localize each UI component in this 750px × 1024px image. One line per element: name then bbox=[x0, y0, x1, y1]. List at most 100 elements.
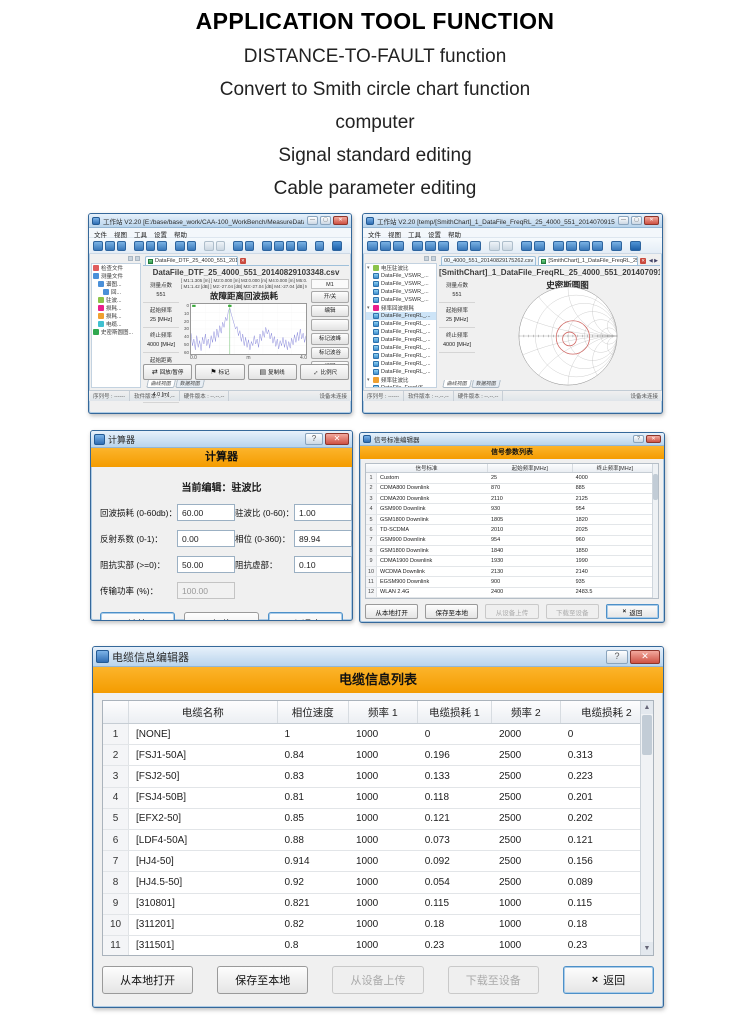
document-tab-inactive[interactable]: 00_4000_551_20140829175262.csv bbox=[441, 256, 536, 265]
tree-item[interactable]: DataFile_FreqRL_... bbox=[366, 360, 436, 368]
table-row[interactable]: 7[HJ4-50]0.91410000.09225000.156 bbox=[103, 851, 653, 872]
tree-item[interactable]: 谱图... bbox=[92, 280, 140, 288]
column-header[interactable]: 电缆损耗 1 bbox=[418, 701, 492, 723]
tree-item[interactable]: DataFile_VSWR_... bbox=[366, 272, 436, 280]
menu-item[interactable]: 工具 bbox=[134, 229, 147, 236]
help-button[interactable]: ? bbox=[633, 435, 644, 443]
side-button[interactable]: 开/关 bbox=[311, 291, 349, 303]
calc-input[interactable] bbox=[177, 556, 235, 573]
action-button-save-local[interactable]: 保存至本地 bbox=[425, 604, 478, 619]
tree-item[interactable]: 测量文件 bbox=[92, 272, 140, 280]
toolbar-icon[interactable] bbox=[521, 241, 532, 251]
document-tab-active[interactable]: [SmithChart]_1_DataFile_FreqRL_25_4000_5… bbox=[538, 256, 638, 265]
smith-plot[interactable] bbox=[516, 284, 620, 388]
tree-group[interactable]: ▾频率驻波比 bbox=[366, 376, 436, 384]
menu-item[interactable]: 帮助 bbox=[448, 229, 461, 236]
toolbar-icon[interactable] bbox=[380, 241, 391, 251]
toolbar-icon[interactable] bbox=[297, 241, 307, 251]
chart-tool-button[interactable]: ▤复制线 bbox=[248, 364, 297, 380]
close-button[interactable]: ✕ bbox=[646, 435, 661, 443]
table-row[interactable]: 5GSM1800 Downlink18051820 bbox=[366, 515, 658, 525]
toolbar-icon[interactable] bbox=[611, 241, 622, 251]
scrollbar-thumb[interactable] bbox=[653, 474, 658, 500]
pin-icon[interactable] bbox=[424, 256, 429, 261]
action-button-open-local[interactable]: 从本地打开 bbox=[102, 966, 193, 994]
table-row[interactable]: 12WLAN 2.4G24002483.5 bbox=[366, 588, 658, 598]
table-row[interactable]: 5[EFX2-50]0.8510000.12125000.202 bbox=[103, 809, 653, 830]
menu-item[interactable]: 设置 bbox=[428, 229, 441, 236]
view-tab[interactable]: 曲线视图 bbox=[442, 380, 472, 388]
calc-input[interactable] bbox=[177, 504, 235, 521]
toolbar-icon[interactable] bbox=[393, 241, 404, 251]
table-row[interactable]: 3[FSJ2-50]0.8310000.13325000.223 bbox=[103, 766, 653, 787]
tab-close-icon[interactable]: ✕ bbox=[240, 258, 246, 264]
column-header[interactable]: 起始频率[MHz] bbox=[488, 464, 573, 472]
signal-scrollbar[interactable] bbox=[652, 464, 658, 598]
marker-select-label[interactable]: M1 bbox=[311, 279, 349, 289]
toolbar-icon[interactable] bbox=[134, 241, 144, 251]
view-tab[interactable]: 数据视图 bbox=[471, 380, 501, 388]
close-button[interactable]: ✕ bbox=[630, 650, 660, 664]
calculator-titlebar[interactable]: 计算器 ? ✕ bbox=[91, 431, 352, 448]
toolbar-icon[interactable] bbox=[630, 241, 641, 251]
toolbar-icon[interactable] bbox=[315, 241, 325, 251]
tab-nav-arrows-icon[interactable]: ◀ ▶ bbox=[649, 258, 658, 264]
close-button[interactable]: ✕ bbox=[333, 216, 348, 225]
close-button[interactable]: ✕ bbox=[644, 216, 659, 225]
table-row[interactable]: 10WCDMA Downlink21302140 bbox=[366, 567, 658, 577]
table-row[interactable]: 8GSM1800 Downlink18401850 bbox=[366, 546, 658, 556]
table-row[interactable]: 1[NONE]11000020000 bbox=[103, 724, 653, 745]
toolbar-icon[interactable] bbox=[332, 241, 342, 251]
tree-item[interactable]: DataFile_FreqRL_... bbox=[366, 344, 436, 352]
tree-item[interactable]: DataFile_FreqRL_... bbox=[366, 312, 436, 320]
column-header[interactable]: 频率 1 bbox=[349, 701, 418, 723]
tree-item[interactable]: DataFile_FreqRL_... bbox=[366, 368, 436, 376]
menu-item[interactable]: 帮助 bbox=[174, 229, 187, 236]
table-row[interactable]: 11EGSM900 Downlink900935 bbox=[366, 577, 658, 587]
cable-titlebar[interactable]: 电缆信息编辑器 ? ✕ bbox=[93, 647, 663, 667]
view-tab[interactable]: 数据视图 bbox=[175, 380, 205, 388]
tree-item[interactable]: DataFile_FreqRL_... bbox=[366, 320, 436, 328]
toolbar-icon[interactable] bbox=[233, 241, 243, 251]
action-button-save-local[interactable]: 保存至本地 bbox=[217, 966, 308, 994]
table-row[interactable]: 2CDMA800 Downlink870885 bbox=[366, 484, 658, 494]
toolbar-icon[interactable] bbox=[157, 241, 167, 251]
table-row[interactable]: 6TD-SCDMA20102025 bbox=[366, 525, 658, 535]
menu-item[interactable]: 设置 bbox=[154, 229, 167, 236]
table-row[interactable]: 1Custom254000 bbox=[366, 473, 658, 483]
toolbar-icon[interactable] bbox=[592, 241, 603, 251]
chart-tool-button[interactable]: ⇄回放/暂停 bbox=[143, 364, 192, 380]
calc-input[interactable] bbox=[177, 582, 235, 599]
column-header[interactable]: 信号标准 bbox=[366, 464, 488, 472]
menu-item[interactable]: 视图 bbox=[388, 229, 401, 236]
menu-item[interactable]: 视图 bbox=[114, 229, 127, 236]
table-row[interactable]: 4GSM900 Downlink930954 bbox=[366, 504, 658, 514]
table-row[interactable]: 7GSM900 Downlink954960 bbox=[366, 536, 658, 546]
calc-input[interactable] bbox=[294, 530, 352, 547]
calc-button-reset[interactable]: 复位 bbox=[184, 612, 259, 621]
table-row[interactable]: 8[HJ4.5-50]0.9210000.05425000.089 bbox=[103, 872, 653, 893]
action-button-download-to-device[interactable]: 下载至设备 bbox=[546, 604, 599, 619]
toolbar-icon[interactable] bbox=[105, 241, 115, 251]
pin-icon[interactable] bbox=[128, 256, 133, 261]
calc-input[interactable] bbox=[177, 530, 235, 547]
tree-item[interactable]: 损耗... bbox=[92, 312, 140, 320]
close-button[interactable]: ✕ bbox=[325, 433, 349, 445]
minimize-button[interactable]: — bbox=[618, 216, 629, 225]
action-button-download-to-device[interactable]: 下载至设备 bbox=[448, 966, 539, 994]
table-row[interactable]: 3CDMA200 Downlink21102125 bbox=[366, 494, 658, 504]
toolbar-icon[interactable] bbox=[457, 241, 468, 251]
tree-item[interactable]: 驻波... bbox=[92, 296, 140, 304]
toolbar-icon[interactable] bbox=[553, 241, 564, 251]
maximize-button[interactable]: ▢ bbox=[631, 216, 642, 225]
tree-item[interactable]: DataFile_FreqVS... bbox=[366, 384, 436, 388]
document-tab[interactable]: DataFile_DTF_25_4000_551_20140829103348.… bbox=[145, 256, 238, 265]
close-panel-icon[interactable] bbox=[135, 256, 140, 261]
action-button-back[interactable]: ×返回 bbox=[563, 966, 654, 994]
tree-item[interactable]: DataFile_VSWR_... bbox=[366, 280, 436, 288]
toolbar-icon[interactable] bbox=[216, 241, 226, 251]
tree-item[interactable]: 损耗... bbox=[92, 304, 140, 312]
tree-item[interactable]: 史密斯圆图... bbox=[92, 328, 140, 336]
help-button[interactable]: ? bbox=[305, 433, 323, 445]
toolbar-icon[interactable] bbox=[502, 241, 513, 251]
